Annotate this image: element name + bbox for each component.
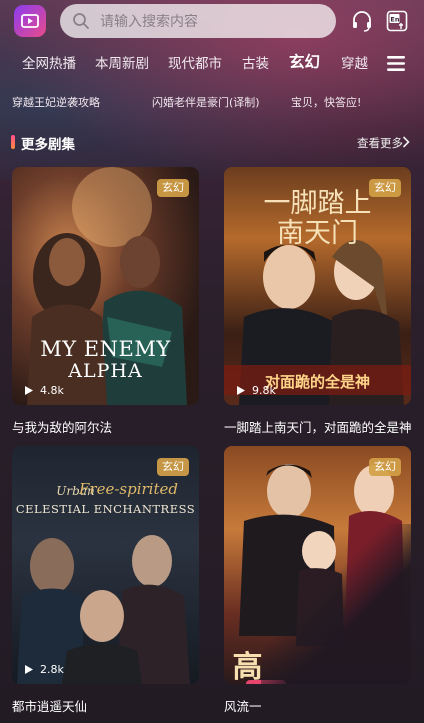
drama-title[interactable]: 一脚踏上南天门，对面跪的全是神 — [224, 417, 424, 436]
genre-tag: 玄幻 — [369, 179, 401, 197]
tab-hot[interactable]: 全网热播 — [22, 52, 76, 72]
section-title: 更多剧集 — [21, 137, 75, 153]
drama-title[interactable]: 风流一 — [224, 696, 424, 715]
menu-icon[interactable] — [387, 56, 405, 71]
progress-pill — [246, 680, 286, 684]
play-count-value: 9.8k — [252, 383, 276, 397]
see-more-link[interactable]: 查看更多 — [357, 135, 403, 151]
play-count: 9.8k — [236, 383, 276, 397]
tab-fantasy[interactable]: 玄幻 — [289, 50, 320, 72]
top-bar: 请输入搜索内容 En — [0, 0, 424, 44]
genre-tag: 玄幻 — [369, 458, 401, 476]
ticker-item[interactable]: 穿越王妃逆袭攻略 — [12, 94, 100, 110]
play-icon — [237, 385, 245, 395]
tab-costume[interactable]: 古装 — [242, 52, 269, 72]
tab-modern-city[interactable]: 现代都市 — [168, 52, 222, 72]
ticker-item[interactable]: 闪婚老伴是豪门(译制) — [152, 94, 260, 110]
play-logo-icon — [21, 14, 39, 28]
section-accent-bar — [11, 135, 15, 149]
genre-tag: 玄幻 — [157, 179, 189, 197]
poster-title-line: 南天门 — [277, 218, 358, 249]
poster-subtitle: CELESTIAL ENCHANTRESS — [15, 502, 196, 516]
drama-title[interactable]: 与我为敌的阿尔法 — [12, 417, 212, 436]
language-icon[interactable]: En — [386, 10, 408, 32]
search-input[interactable]: 请输入搜索内容 — [60, 4, 336, 38]
play-count-value: 4.8k — [40, 383, 64, 397]
search-placeholder: 请输入搜索内容 — [100, 14, 198, 30]
poster-title-line: MY ENEMY — [40, 337, 171, 361]
play-count: 2.8k — [24, 662, 64, 676]
drama-poster[interactable]: MY ENEMY ALPHA 玄幻 4.8k — [12, 167, 199, 405]
play-count: 4.8k — [24, 383, 64, 397]
headset-icon[interactable] — [350, 9, 374, 33]
poster-title-line: 高 — [232, 650, 263, 684]
tab-new-this-week[interactable]: 本周新剧 — [95, 52, 149, 72]
chevron-right-icon[interactable] — [402, 136, 410, 148]
poster-title-line: Free-spirited — [79, 480, 178, 498]
trending-ticker: 穿越王妃逆袭攻略 闪婚老伴是豪门(译制) 宝贝，快答应! — [0, 94, 424, 112]
ticker-item[interactable]: 宝贝，快答应! — [291, 94, 361, 110]
app-logo[interactable] — [14, 5, 46, 37]
tab-time-travel[interactable]: 穿越 — [341, 52, 368, 72]
play-icon — [25, 385, 33, 395]
drama-title[interactable]: 都市逍遥天仙 — [12, 696, 212, 715]
app-screen: 请输入搜索内容 En 全网热播 本周新剧 现代都市 古装 玄幻 穿越 穿越王妃逆… — [0, 0, 424, 723]
category-tabs: 全网热播 本周新剧 现代都市 古装 玄幻 穿越 — [0, 52, 424, 78]
play-icon — [25, 664, 33, 674]
poster-title-line: ALPHA — [68, 360, 143, 382]
drama-poster[interactable]: 高 玄幻 — [224, 446, 411, 684]
search-icon — [73, 13, 89, 29]
drama-poster[interactable]: Urban Free-spirited CELESTIAL ENCHANTRES… — [12, 446, 199, 684]
genre-tag: 玄幻 — [157, 458, 189, 476]
play-count-value: 2.8k — [40, 662, 64, 676]
svg-text:En: En — [390, 15, 399, 23]
drama-poster[interactable]: 一脚踏上 南天门 对面跪的全是神 玄幻 9.8k — [224, 167, 411, 405]
